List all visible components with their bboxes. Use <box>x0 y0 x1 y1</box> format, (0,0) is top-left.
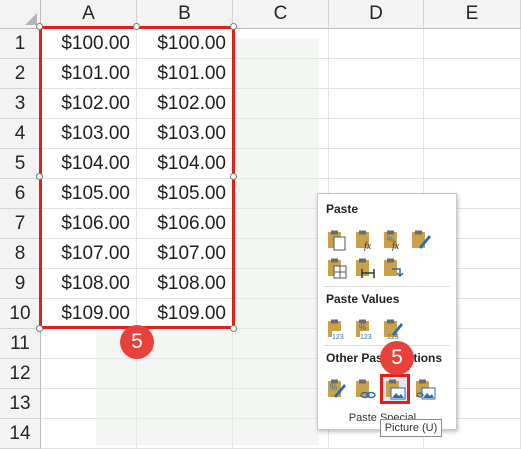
cell[interactable] <box>424 89 521 119</box>
cell[interactable] <box>424 59 521 89</box>
row-header[interactable]: 11 <box>0 329 41 359</box>
column-header-c[interactable]: C <box>233 0 329 29</box>
paste-values-section-title: Paste Values <box>326 292 400 306</box>
row-header[interactable]: 10 <box>0 299 41 329</box>
values-number-format-icon[interactable]: % 123 <box>352 316 378 342</box>
values-source-formatting-icon[interactable]: 123 <box>380 316 406 342</box>
copy-selection-border <box>39 26 235 329</box>
column-header-e[interactable]: E <box>424 0 521 29</box>
step-badge: 5 <box>380 341 414 375</box>
resize-handle[interactable] <box>36 325 43 332</box>
resize-handle[interactable] <box>230 173 237 180</box>
svg-text:123: 123 <box>360 334 372 340</box>
svg-text:%: % <box>359 323 366 332</box>
resize-handle[interactable] <box>230 23 237 30</box>
paste-link-icon[interactable] <box>352 376 378 402</box>
cell[interactable] <box>424 149 521 179</box>
resize-handle[interactable] <box>36 173 43 180</box>
row-header[interactable]: 1 <box>0 29 41 59</box>
column-header-b[interactable]: B <box>137 0 233 29</box>
linked-picture-icon[interactable] <box>412 376 438 402</box>
step-badge: 5 <box>120 325 154 359</box>
menu-separator <box>324 286 450 287</box>
paste-options-menu: Paste fx % fx Paste Values 123 % 123 123 O… <box>317 193 457 430</box>
ghost-paste-preview <box>233 38 319 445</box>
values-icon[interactable]: 123 <box>324 316 350 342</box>
svg-text:123: 123 <box>387 334 399 340</box>
resize-handle[interactable] <box>36 23 43 30</box>
select-all-corner[interactable] <box>0 0 41 29</box>
keep-source-formatting-icon[interactable] <box>408 227 434 253</box>
row-header[interactable]: 5 <box>0 149 41 179</box>
column-header-a[interactable]: A <box>41 0 137 29</box>
paste-formulas-number-format-icon[interactable]: % fx <box>380 227 406 253</box>
no-borders-icon[interactable] <box>324 255 350 281</box>
formatting-icon[interactable]: % <box>324 376 350 402</box>
row-header[interactable]: 6 <box>0 179 41 209</box>
keep-source-column-widths-icon[interactable] <box>352 255 378 281</box>
resize-handle[interactable] <box>230 325 237 332</box>
row-header[interactable]: 2 <box>0 59 41 89</box>
svg-text:fx: fx <box>392 241 400 251</box>
row-header[interactable]: 8 <box>0 239 41 269</box>
paste-formulas-icon[interactable]: fx <box>352 227 378 253</box>
paste-section-title: Paste <box>326 202 359 216</box>
svg-text:%: % <box>330 383 337 392</box>
row-header[interactable]: 3 <box>0 89 41 119</box>
cell[interactable] <box>424 29 521 59</box>
cell[interactable] <box>329 89 424 119</box>
picture-icon[interactable] <box>380 374 410 404</box>
ghost-paste-preview-lower <box>96 330 233 445</box>
resize-handle[interactable] <box>133 23 140 30</box>
row-header[interactable]: 9 <box>0 269 41 299</box>
row-header[interactable]: 7 <box>0 209 41 239</box>
svg-text:fx: fx <box>364 241 372 251</box>
cell[interactable] <box>329 29 424 59</box>
cell[interactable] <box>424 119 521 149</box>
row-header[interactable]: 4 <box>0 119 41 149</box>
transpose-icon[interactable] <box>380 255 406 281</box>
column-header-d[interactable]: D <box>329 0 424 29</box>
cell[interactable] <box>329 119 424 149</box>
tooltip: Picture (U) <box>380 419 442 437</box>
paste-icon[interactable] <box>324 227 350 253</box>
svg-text:123: 123 <box>332 334 344 340</box>
row-header[interactable]: 12 <box>0 359 41 389</box>
cell[interactable] <box>329 59 424 89</box>
row-header[interactable]: 13 <box>0 389 41 419</box>
cell[interactable] <box>329 149 424 179</box>
